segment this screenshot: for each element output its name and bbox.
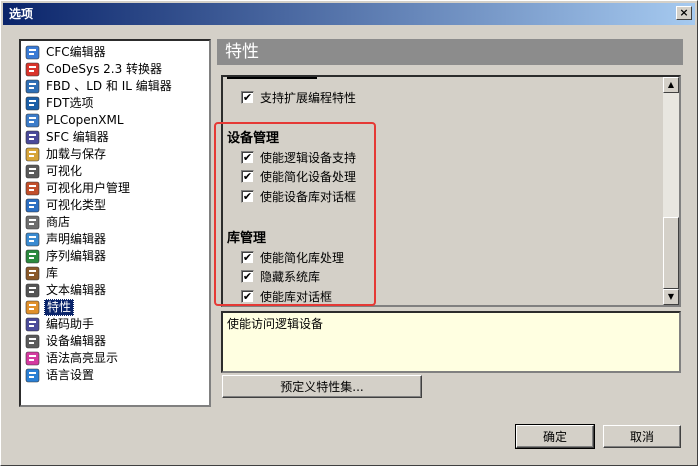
tree-item-label: CoDeSys 2.3 转换器	[46, 62, 163, 76]
converter-icon	[25, 62, 41, 77]
option-device-library-dialog[interactable]: ✔ 使能设备库对话框	[241, 188, 356, 205]
section-title-library-management: 库管理	[227, 231, 267, 246]
xml-icon	[25, 113, 41, 128]
tree-item[interactable]: 可视化用户管理	[25, 180, 132, 197]
tree-item[interactable]: 商店	[25, 214, 72, 231]
tree-item[interactable]: 可视化类型	[25, 197, 108, 214]
tree-item[interactable]: 语言设置	[25, 367, 96, 384]
vertical-scrollbar[interactable]: ▲ ▼	[663, 77, 679, 305]
checkbox[interactable]: ✔	[241, 151, 254, 164]
tree-item[interactable]: FBD 、LD 和 IL 编辑器	[25, 78, 174, 95]
visualization-type-icon	[25, 198, 41, 213]
tree-item-label: SFC 编辑器	[46, 130, 109, 144]
library-icon	[25, 266, 41, 281]
cancel-button[interactable]: 取消	[603, 425, 681, 448]
tree-item-label: 可视化用户管理	[46, 181, 131, 195]
tree-item-label: 编码助手	[46, 317, 95, 331]
cfc-editor-icon	[25, 45, 41, 60]
sfc-editor-icon	[25, 130, 41, 145]
section-title-device-management: 设备管理	[227, 131, 280, 146]
tree-item-label: 文本编辑器	[46, 283, 107, 297]
scroll-down-button[interactable]: ▼	[663, 289, 679, 305]
tree-item[interactable]: 设备编辑器	[25, 333, 108, 350]
clipped-section-title	[223, 77, 663, 81]
user-management-icon	[25, 181, 41, 196]
tree-item-label: 可视化类型	[46, 198, 107, 212]
tree-item[interactable]: 库	[25, 265, 60, 282]
text-editor-icon	[25, 283, 41, 298]
tree-item[interactable]: CFC编辑器	[25, 44, 108, 61]
predefined-feature-set-button[interactable]: 预定义特性集...	[222, 375, 422, 398]
page-title: 特性	[217, 39, 683, 65]
tree-item-label: 声明编辑器	[46, 232, 107, 246]
tree-item-label: FDT选项	[46, 96, 94, 110]
tree-item[interactable]: FDT选项	[25, 95, 95, 112]
tree-item-label: 可视化	[46, 164, 83, 178]
features-icon	[25, 300, 41, 315]
option-logical-device-support[interactable]: ✔ 使能逻辑设备支持	[241, 149, 356, 166]
title-bar[interactable]: 选项 ×	[3, 3, 695, 25]
tree-item-label: 特性	[44, 299, 75, 316]
tree-item[interactable]: 文本编辑器	[25, 282, 108, 299]
tree-item-label: 库	[46, 266, 59, 280]
scroll-up-button[interactable]: ▲	[663, 77, 679, 93]
folder-open-icon	[25, 147, 41, 162]
option-simplified-library-handling[interactable]: ✔ 使能简化库处理	[241, 249, 344, 266]
tree-item[interactable]: 可视化	[25, 163, 84, 180]
checkbox[interactable]: ✔	[241, 270, 254, 283]
tree-item[interactable]: 编码助手	[25, 316, 96, 333]
checkbox[interactable]: ✔	[241, 251, 254, 264]
tree-item[interactable]: 声明编辑器	[25, 231, 108, 248]
option-extended-programming[interactable]: ✔ 支持扩展编程特性	[241, 89, 356, 106]
tree-item-label: 商店	[46, 215, 71, 229]
fbd-editor-icon	[25, 79, 41, 94]
description-box: 使能访问逻辑设备	[221, 311, 681, 373]
close-button[interactable]: ×	[676, 6, 692, 20]
option-hide-system-libraries[interactable]: ✔ 隐藏系统库	[241, 268, 320, 285]
tree-item-label: 语法高亮显示	[46, 351, 119, 365]
features-panel: ✔ 支持扩展编程特性 设备管理 ✔ 使能逻辑设备支持 ✔ 使能简化设备处理 ✔ …	[221, 75, 681, 307]
visualization-icon	[25, 164, 41, 179]
fdt-icon	[25, 96, 41, 111]
syntax-highlight-icon	[25, 351, 41, 366]
option-library-dialog[interactable]: ✔ 使能库对话框	[241, 288, 332, 305]
sequence-editor-icon	[25, 249, 41, 264]
language-globe-icon	[25, 368, 41, 383]
tree-item-label: FBD 、LD 和 IL 编辑器	[46, 79, 172, 93]
checkbox[interactable]: ✔	[241, 190, 254, 203]
device-editor-icon	[25, 334, 41, 349]
option-simplified-device-handling[interactable]: ✔ 使能简化设备处理	[241, 168, 356, 185]
tree-item[interactable]: PLCopenXML	[25, 112, 126, 129]
options-category-tree[interactable]: CFC编辑器 CoDeSys 2.3 转换器 FBD 、LD 和 IL 编辑器 FDT…	[19, 39, 211, 407]
scroll-thumb[interactable]	[663, 217, 679, 289]
tree-item-label: 序列编辑器	[46, 249, 107, 263]
store-icon	[25, 215, 41, 230]
tree-item-label: 加载与保存	[46, 147, 107, 161]
tree-item[interactable]: 序列编辑器	[25, 248, 108, 265]
tree-item-label: PLCopenXML	[46, 113, 124, 127]
tree-item-label: 设备编辑器	[46, 334, 107, 348]
tree-item[interactable]: SFC 编辑器	[25, 129, 111, 146]
tree-item[interactable]: 特性	[25, 299, 75, 316]
tree-item[interactable]: 加载与保存	[25, 146, 108, 163]
checkbox[interactable]: ✔	[241, 170, 254, 183]
window-title: 选项	[9, 7, 34, 21]
tree-item-label: 语言设置	[46, 368, 95, 382]
tree-item[interactable]: 语法高亮显示	[25, 350, 120, 367]
checkbox[interactable]: ✔	[241, 91, 254, 104]
checkbox[interactable]: ✔	[241, 290, 254, 303]
tree-item[interactable]: CoDeSys 2.3 转换器	[25, 61, 164, 78]
coding-assistant-icon	[25, 317, 41, 332]
options-dialog: 选项 × CFC编辑器 CoDeSys 2.3 转换器 FBD 、LD 和 IL 编…	[0, 0, 698, 466]
ok-button[interactable]: 确定	[515, 424, 595, 449]
tree-item-label: CFC编辑器	[46, 45, 106, 59]
declaration-editor-icon	[25, 232, 41, 247]
